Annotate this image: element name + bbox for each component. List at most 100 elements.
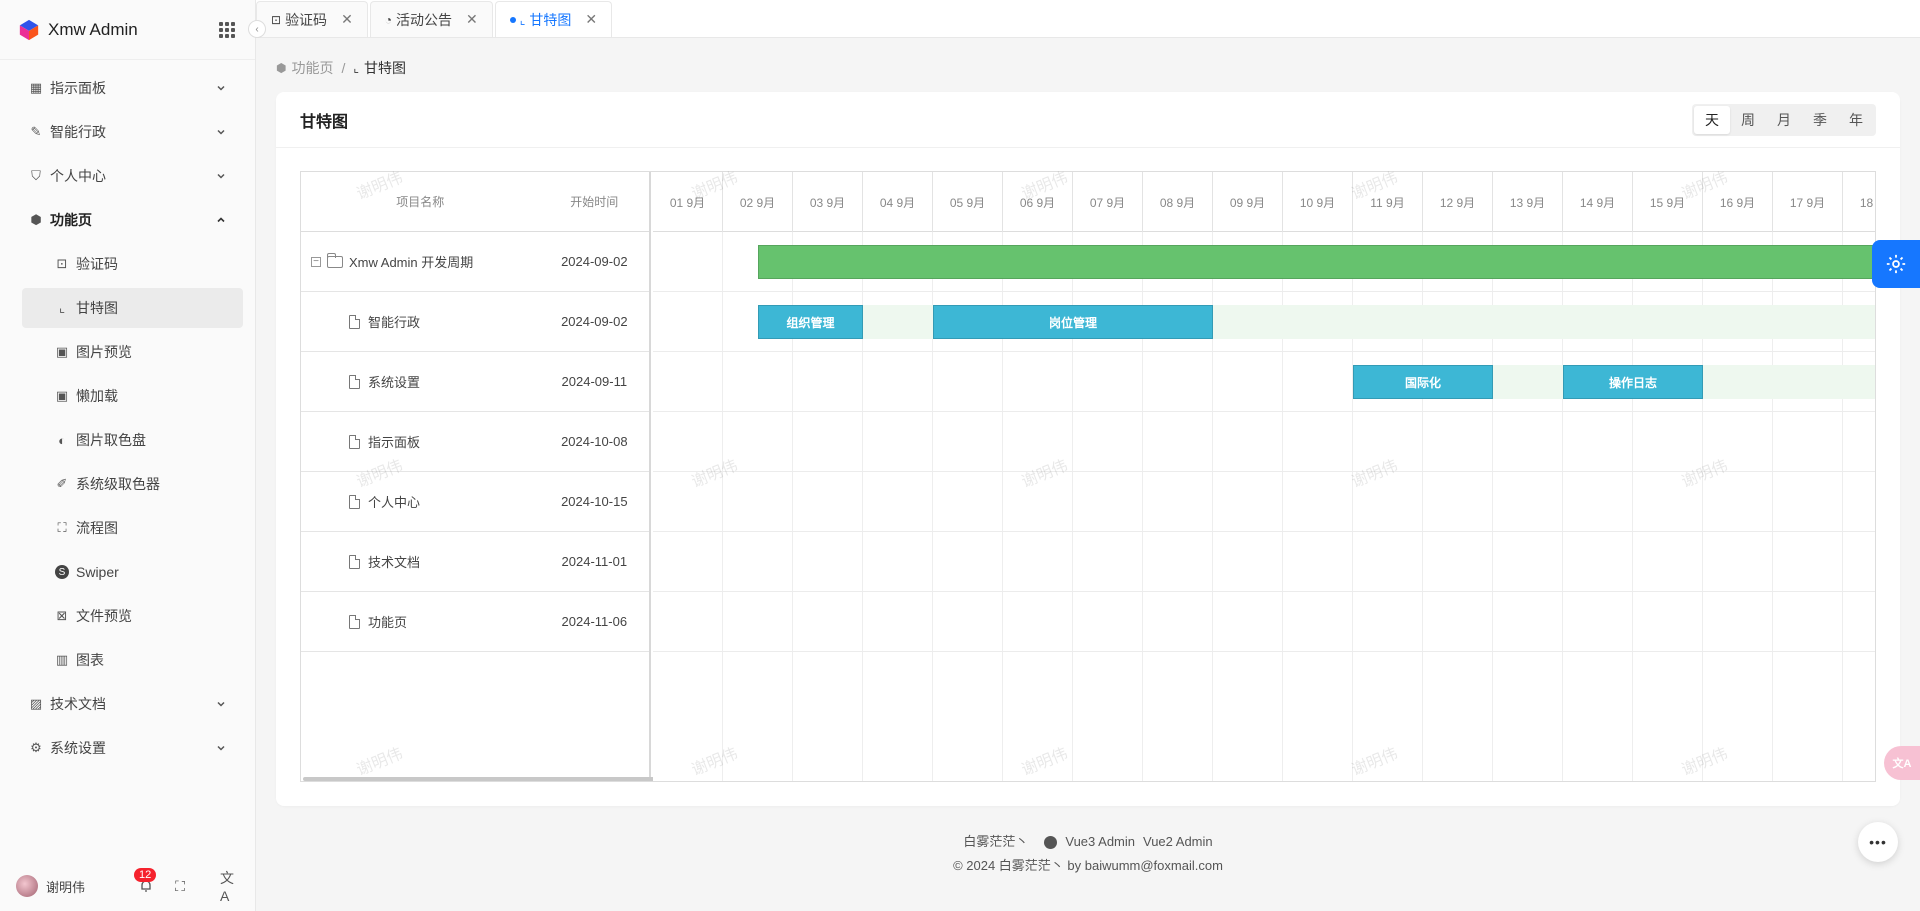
task-start-date: 2024-10-15 — [561, 494, 628, 509]
submenu-item-gantt[interactable]: ⌞ 甘特图 — [22, 288, 243, 328]
task-name: 系统设置 — [368, 375, 421, 390]
chevron-down-icon — [217, 129, 225, 135]
footer: 白雾茫茫丶 Vue3 Admin Vue2 Admin © 2024 白雾茫茫丶… — [256, 830, 1920, 878]
submenu-item-swiper[interactable]: S Swiper — [0, 550, 255, 594]
scale-week[interactable]: 周 — [1730, 106, 1766, 134]
sidebar-collapse-button[interactable]: ‹ — [248, 20, 266, 38]
gantt-project-bar[interactable] — [758, 245, 1875, 279]
menu-item-dashboard[interactable]: ▦ 指示面板 — [0, 66, 255, 110]
gantt-row[interactable]: 系统设置 2024-09-11 — [301, 352, 649, 412]
gantt-row-name: − Xmw Admin 开发周期 — [301, 252, 540, 271]
menu-item-admin[interactable]: ✎ 智能行政 — [0, 110, 255, 154]
breadcrumb-parent-label: 功能页 — [291, 60, 334, 76]
column-header-name[interactable]: 项目名称 — [301, 193, 540, 210]
page-title: 甘特图 — [300, 113, 349, 131]
tab-gantt[interactable]: ⌞ 甘特图 ✕ — [494, 1, 613, 37]
chevron-down-icon — [217, 173, 225, 179]
tab-captcha[interactable]: ⊡ 验证码 ✕ — [256, 1, 368, 37]
menu-item-features[interactable]: ⬢ 功能页 — [0, 198, 255, 242]
close-icon[interactable]: ✕ — [466, 11, 478, 28]
task-start-date: 2024-11-01 — [561, 554, 628, 569]
breadcrumb-current: ⌞ 甘特图 — [353, 58, 406, 78]
task-start-date: 2024-09-02 — [561, 314, 628, 329]
gantt-row[interactable]: 功能页 2024-11-06 — [301, 592, 649, 652]
tab-label: 甘特图 — [529, 11, 572, 28]
avatar[interactable] — [16, 875, 38, 897]
breadcrumb: ⬢ 功能页 / ⌞ 甘特图 — [276, 58, 406, 78]
menu-label: 功能页 — [50, 212, 92, 228]
fullscreen-icon[interactable]: ⛶ — [170, 876, 190, 896]
gantt-task-bar[interactable]: 组织管理 — [758, 305, 863, 339]
footer-link-vue2[interactable]: Vue2 Admin — [1143, 830, 1213, 854]
breadcrumb-parent[interactable]: ⬢ 功能页 — [276, 58, 333, 78]
submenu-label: 验证码 — [76, 256, 118, 272]
gantt-row[interactable]: 智能行政 2024-09-02 — [301, 292, 649, 352]
gantt-card: 甘特图 天 周 月 季 年 项目名称 开始时间 − Xmw Admin 开发周期 2… — [276, 92, 1900, 806]
app-title[interactable]: Xmw Admin — [48, 20, 217, 40]
collapse-toggle-icon[interactable]: − — [311, 256, 321, 267]
app-logo-icon[interactable] — [18, 19, 40, 41]
close-icon[interactable]: ✕ — [585, 11, 597, 28]
close-icon[interactable]: ✕ — [341, 11, 353, 28]
gantt-task-bar[interactable]: 岗位管理 — [933, 305, 1213, 339]
menu-label: 个人中心 — [50, 168, 106, 184]
user-name[interactable]: 谢明伟 — [46, 877, 136, 896]
flow-icon: ⛶ — [57, 520, 67, 535]
gantt-row[interactable]: 技术文档 2024-11-01 — [301, 532, 649, 592]
task-name: 技术文档 — [368, 555, 421, 570]
submenu-item-lazy-load[interactable]: ▣ 懒加载 — [0, 374, 255, 418]
gantt-icon: ⌞ — [58, 300, 66, 315]
scale-year[interactable]: 年 — [1838, 106, 1874, 134]
menu-item-personal[interactable]: ⛉ 个人中心 — [0, 154, 255, 198]
gantt-row[interactable]: − Xmw Admin 开发周期 2024-09-02 — [301, 232, 649, 292]
settings-drawer-button[interactable] — [1872, 240, 1920, 288]
task-start-date: 2024-09-11 — [561, 374, 628, 389]
translate-icon[interactable]: 文A — [220, 870, 240, 904]
timeline-day: 18 9月 — [1843, 172, 1875, 232]
scale-quarter[interactable]: 季 — [1802, 106, 1838, 134]
image-icon: ▣ — [55, 344, 69, 359]
palette-icon: ◐ — [58, 432, 66, 448]
gantt-task-bar[interactable]: 操作日志 — [1563, 365, 1703, 399]
row-gridline — [653, 291, 1875, 292]
task-start-date: 2024-10-08 — [561, 434, 628, 449]
gantt-grid-header: 项目名称 开始时间 — [301, 172, 649, 232]
timeline-day: 16 9月 — [1703, 172, 1773, 232]
submenu-item-image-palette[interactable]: ◐ 图片取色盘 — [0, 418, 255, 462]
menu-item-docs[interactable]: ▨ 技术文档 — [0, 682, 255, 726]
footer-link-vue3[interactable]: Vue3 Admin — [1065, 830, 1135, 854]
gantt-row-name: 指示面板 — [301, 432, 540, 451]
image-lazy-icon: ▣ — [55, 388, 69, 403]
submenu-item-charts[interactable]: ▥ 图表 — [0, 638, 255, 682]
tab-label: 活动公告 — [396, 11, 453, 28]
task-start-date: 2024-09-02 — [561, 254, 628, 269]
file-icon — [349, 314, 360, 329]
row-gridline — [653, 471, 1875, 472]
leaf-icon: ✎ — [30, 124, 42, 139]
translate-float-button[interactable]: 文A — [1884, 746, 1920, 780]
footer-author: 白雾茫茫丶 — [963, 834, 1029, 849]
gantt-row[interactable]: 个人中心 2024-10-15 — [301, 472, 649, 532]
github-icon[interactable] — [1044, 835, 1058, 849]
user-shield-icon: ⛉ — [31, 168, 41, 183]
notification-bell-icon[interactable]: 12 — [134, 868, 157, 896]
menu-item-settings[interactable]: ⚙ 系统设置 — [0, 726, 255, 770]
submenu-item-file-preview[interactable]: ⊠ 文件预览 — [0, 594, 255, 638]
scale-month[interactable]: 月 — [1766, 106, 1802, 134]
submenu-item-flowchart[interactable]: ⛶ 流程图 — [0, 506, 255, 550]
gantt-task-bar[interactable]: 国际化 — [1353, 365, 1493, 399]
apps-grid-icon[interactable] — [217, 20, 237, 40]
submenu-item-captcha[interactable]: ⊡ 验证码 — [0, 242, 255, 286]
eyedropper-icon: ✐ — [56, 476, 68, 491]
gantt-progress-shade — [1213, 305, 1875, 339]
tab-announcement[interactable]: ◔ 活动公告 ✕ — [369, 1, 493, 37]
chevron-down-icon — [217, 85, 225, 91]
dashboard-icon: ▦ — [29, 80, 43, 95]
tab-label: 验证码 — [285, 11, 328, 28]
gantt-row[interactable]: 指示面板 2024-10-08 — [301, 412, 649, 472]
gantt-grid: 项目名称 开始时间 − Xmw Admin 开发周期 2024-09-02 智能行政 2… — [301, 172, 723, 781]
submenu-item-image-preview[interactable]: ▣ 图片预览 — [0, 330, 255, 374]
submenu-item-eyedropper[interactable]: ✐ 系统级取色器 — [0, 462, 255, 506]
scale-day[interactable]: 天 — [1694, 105, 1730, 134]
column-header-start[interactable]: 开始时间 — [540, 193, 649, 210]
